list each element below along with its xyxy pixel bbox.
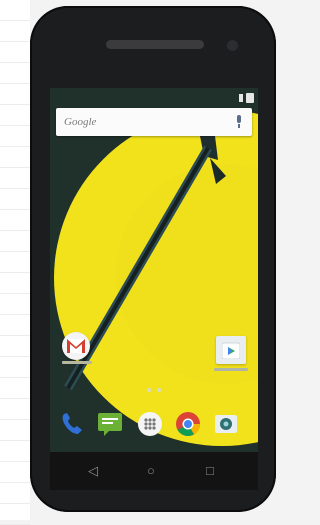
app-dock	[50, 404, 258, 444]
signal-icon	[239, 94, 243, 102]
page-indicator	[50, 388, 258, 392]
battery-icon	[246, 93, 254, 103]
messaging-icon[interactable]	[96, 410, 124, 438]
gmail-label	[62, 361, 92, 364]
google-logo: Google	[64, 116, 97, 128]
page-dot	[147, 388, 151, 392]
back-button[interactable]: ◁	[88, 464, 98, 477]
home-button[interactable]: ○	[147, 464, 155, 477]
gmail-icon[interactable]	[62, 332, 90, 360]
chrome-icon[interactable]	[174, 410, 202, 438]
app-drawer-icon[interactable]	[136, 410, 164, 438]
google-search-bar[interactable]: Google	[56, 108, 252, 136]
navigation-bar: ◁ ○ □	[50, 452, 258, 490]
smartphone: Google ◁ ○ □	[30, 6, 276, 512]
camera-icon[interactable]	[212, 410, 240, 438]
front-camera	[227, 40, 238, 51]
recents-button[interactable]: □	[206, 464, 214, 477]
play-store-icon[interactable]	[216, 336, 246, 364]
background-stripes	[0, 0, 30, 525]
play-store-label	[214, 368, 248, 371]
earpiece-speaker	[106, 40, 204, 49]
mic-icon[interactable]	[234, 115, 244, 129]
home-screen: Google ◁ ○ □	[50, 88, 258, 490]
phone-icon[interactable]	[58, 410, 86, 438]
page-dot	[157, 388, 161, 392]
status-bar	[239, 92, 254, 104]
